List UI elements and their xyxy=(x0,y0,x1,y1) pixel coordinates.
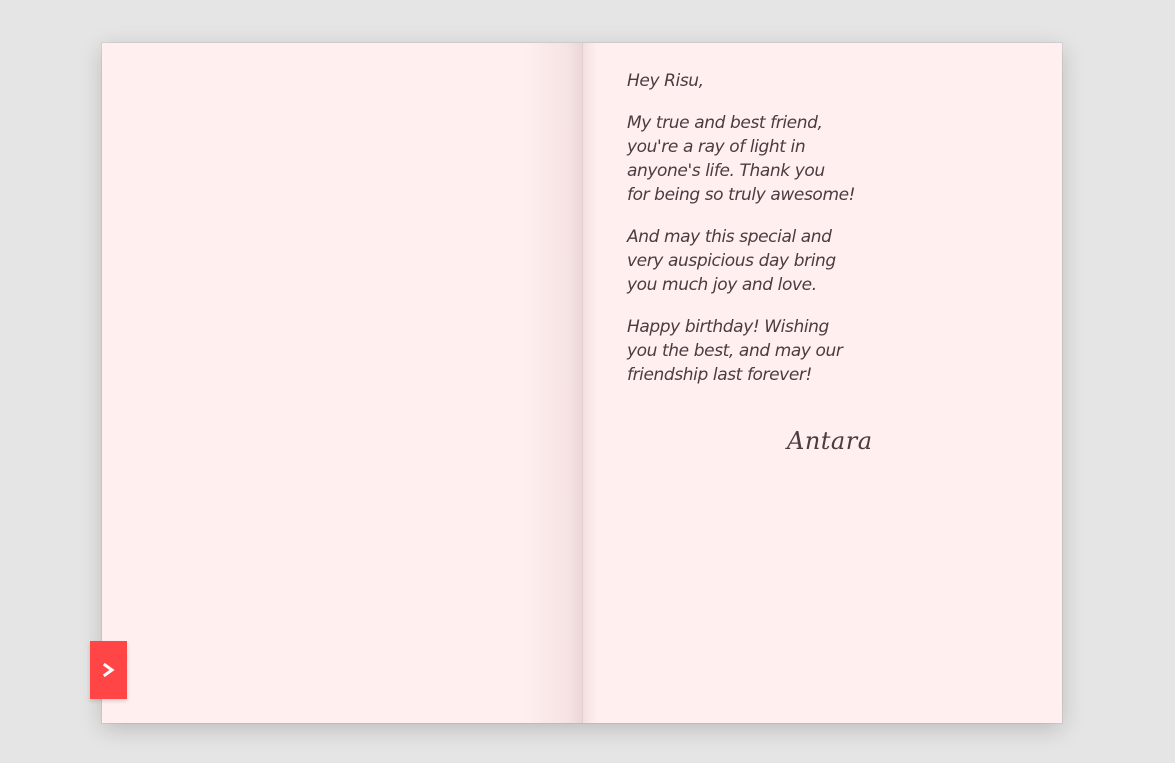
letter-paragraph-3: Happy birthday! Wishing you the best, an… xyxy=(627,317,843,385)
letter-greeting: Hey Risu, xyxy=(627,71,704,91)
letter: Hey Risu, My true and best friend, you'r… xyxy=(627,69,867,405)
letter-paragraph-2: And may this special and very auspicious… xyxy=(627,227,836,295)
next-page-button[interactable] xyxy=(90,641,127,699)
right-page: Hey Risu, My true and best friend, you'r… xyxy=(582,43,1062,723)
chevron-right-icon xyxy=(102,663,115,677)
birthday-card: Hey Risu, My true and best friend, you'r… xyxy=(102,43,1062,723)
left-page xyxy=(102,43,582,723)
letter-paragraph-1: My true and best friend, you're a ray of… xyxy=(627,113,856,205)
signature: Antara xyxy=(787,427,873,455)
